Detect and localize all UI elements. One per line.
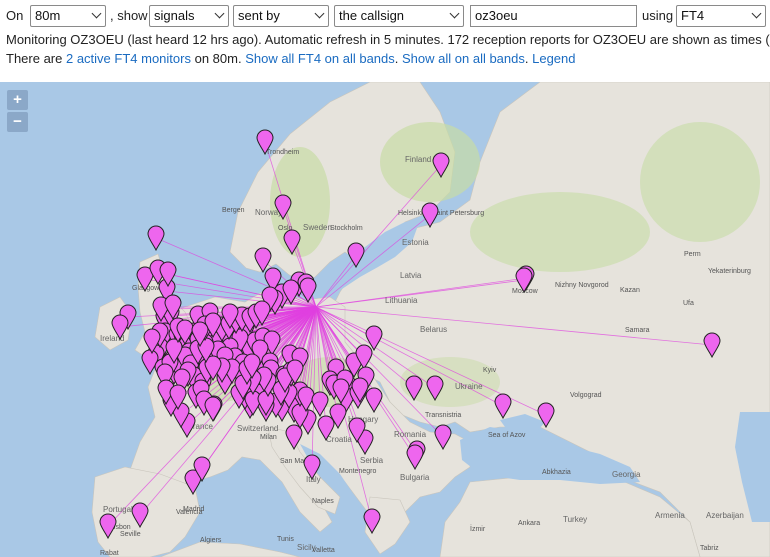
using-label: using: [642, 8, 674, 23]
place-label-lithuania: Lithuania: [385, 296, 418, 305]
place-label-yekaterinburg: Yekaterinburg: [708, 268, 751, 275]
callsign-value: oz3oeu: [475, 8, 518, 23]
target-select[interactable]: the callsign: [334, 5, 464, 27]
target-value: the callsign: [339, 8, 405, 23]
place-label-belarus: Belarus: [420, 325, 447, 334]
map-canvas[interactable]: TrondheimFinlandBergen Norway Helsinki Sain…: [0, 82, 770, 557]
chevron-down-icon: [91, 8, 102, 19]
place-label-algiers: Algiers: [200, 537, 222, 544]
summary-prefix: There are: [6, 51, 66, 66]
place-label-portugal: Portugal: [103, 505, 133, 514]
zoom-out-button[interactable]: −: [7, 112, 28, 132]
place-label-helsinki: Helsinki: [398, 210, 423, 217]
place-label-transnistria: Transnistria: [425, 412, 461, 419]
legend-link[interactable]: Legend: [532, 51, 575, 66]
place-label-sweden: Sweden: [303, 223, 332, 232]
place-label-volgograd: Volgograd: [570, 392, 602, 399]
zoom-in-button[interactable]: +: [7, 90, 28, 110]
show-all-ft4-link[interactable]: Show all FT4 on all bands: [245, 51, 395, 66]
place-label-kyiv: Kyiv: [483, 367, 497, 374]
place-label-naples: Naples: [312, 498, 334, 505]
place-label-tabriz: Tabriz: [700, 545, 719, 552]
on-label: On: [6, 8, 24, 23]
place-label-valencia: Valencia: [176, 509, 202, 516]
place-label-trondheim: Trondheim: [266, 149, 299, 156]
place-label-azerbaijan: Azerbaijan: [706, 511, 744, 520]
place-label-kazan: Kazan: [620, 287, 640, 294]
controls-row: On 80m , show signals sent by the callsi…: [0, 0, 770, 30]
place-label-izmir: İzmir: [470, 524, 486, 533]
direction-select[interactable]: sent by: [233, 5, 329, 27]
chevron-down-icon: [449, 8, 460, 19]
band-value: 80m: [35, 8, 61, 23]
place-label-perm: Perm: [684, 251, 701, 258]
monitor-summary: There are 2 active FT4 monitors on 80m. …: [6, 51, 770, 66]
mode-select[interactable]: FT4: [676, 5, 766, 27]
place-label-saint-petersburg: Saint Petersburg: [432, 210, 484, 217]
place-label-abkhazia: Abkhazia: [542, 469, 571, 476]
place-label-montenegro: Montenegro: [339, 468, 376, 475]
place-label-rabat: Rabat: [100, 550, 119, 557]
place-label-sea-of-azov: Sea of Azov: [488, 432, 526, 439]
forest-patch: [640, 122, 760, 242]
place-label-valletta: Valletta: [312, 547, 335, 554]
place-label-croatia: Croatia: [326, 435, 352, 444]
place-label-switzerland: Switzerland: [237, 424, 278, 433]
place-label-ankara: Ankara: [518, 520, 540, 527]
place-label-bulgaria: Bulgaria: [400, 473, 430, 482]
chevron-down-icon: [751, 8, 762, 19]
callsign-input[interactable]: oz3oeu: [470, 5, 637, 27]
place-label-tunis: Tunis: [277, 536, 294, 543]
monitoring-status: Monitoring OZ3OEU (last heard 12 hrs ago…: [6, 32, 770, 47]
show-value: signals: [154, 8, 195, 23]
place-label-ufa: Ufa: [683, 300, 694, 307]
band-select[interactable]: 80m: [30, 5, 106, 27]
summary-mid: on 80m.: [190, 51, 246, 66]
place-label-romania: Romania: [394, 430, 427, 439]
chevron-down-icon: [214, 8, 225, 19]
place-label-ukraine: Ukraine: [455, 382, 483, 391]
forest-patch: [470, 192, 650, 272]
place-label-armenia: Armenia: [655, 511, 685, 520]
place-label-turkey: Turkey: [563, 515, 587, 524]
monitoring-text: Monitoring OZ3OEU (last heard 12 hrs ago…: [6, 32, 770, 47]
mode-value: FT4: [681, 8, 705, 23]
place-label-nizhny: Nizhny Novgorod: [555, 282, 609, 289]
place-label-milan: Milan: [260, 434, 277, 441]
place-label-samara: Samara: [625, 327, 650, 334]
place-label-finland: Finland: [405, 155, 431, 164]
place-label-stockholm: Stockholm: [330, 225, 363, 232]
place-label-bergen: Bergen: [222, 207, 245, 214]
reception-map[interactable]: Trondheim Finland Bergen Norway Helsinki Sain…: [0, 82, 770, 557]
summary-dot: .: [394, 51, 403, 66]
place-label-latvia: Latvia: [400, 271, 422, 280]
direction-value: sent by: [238, 8, 280, 23]
show-label: , show: [110, 8, 148, 23]
place-label-estonia: Estonia: [402, 238, 429, 247]
chevron-down-icon: [314, 8, 325, 19]
active-monitors-link[interactable]: 2 active FT4 monitors: [66, 51, 191, 66]
place-label-serbia: Serbia: [360, 456, 384, 465]
show-all-bands-link[interactable]: Show all on all bands: [402, 51, 525, 66]
place-label-georgia: Georgia: [612, 470, 641, 479]
place-label-seville: Seville: [120, 531, 141, 538]
show-select[interactable]: signals: [149, 5, 229, 27]
